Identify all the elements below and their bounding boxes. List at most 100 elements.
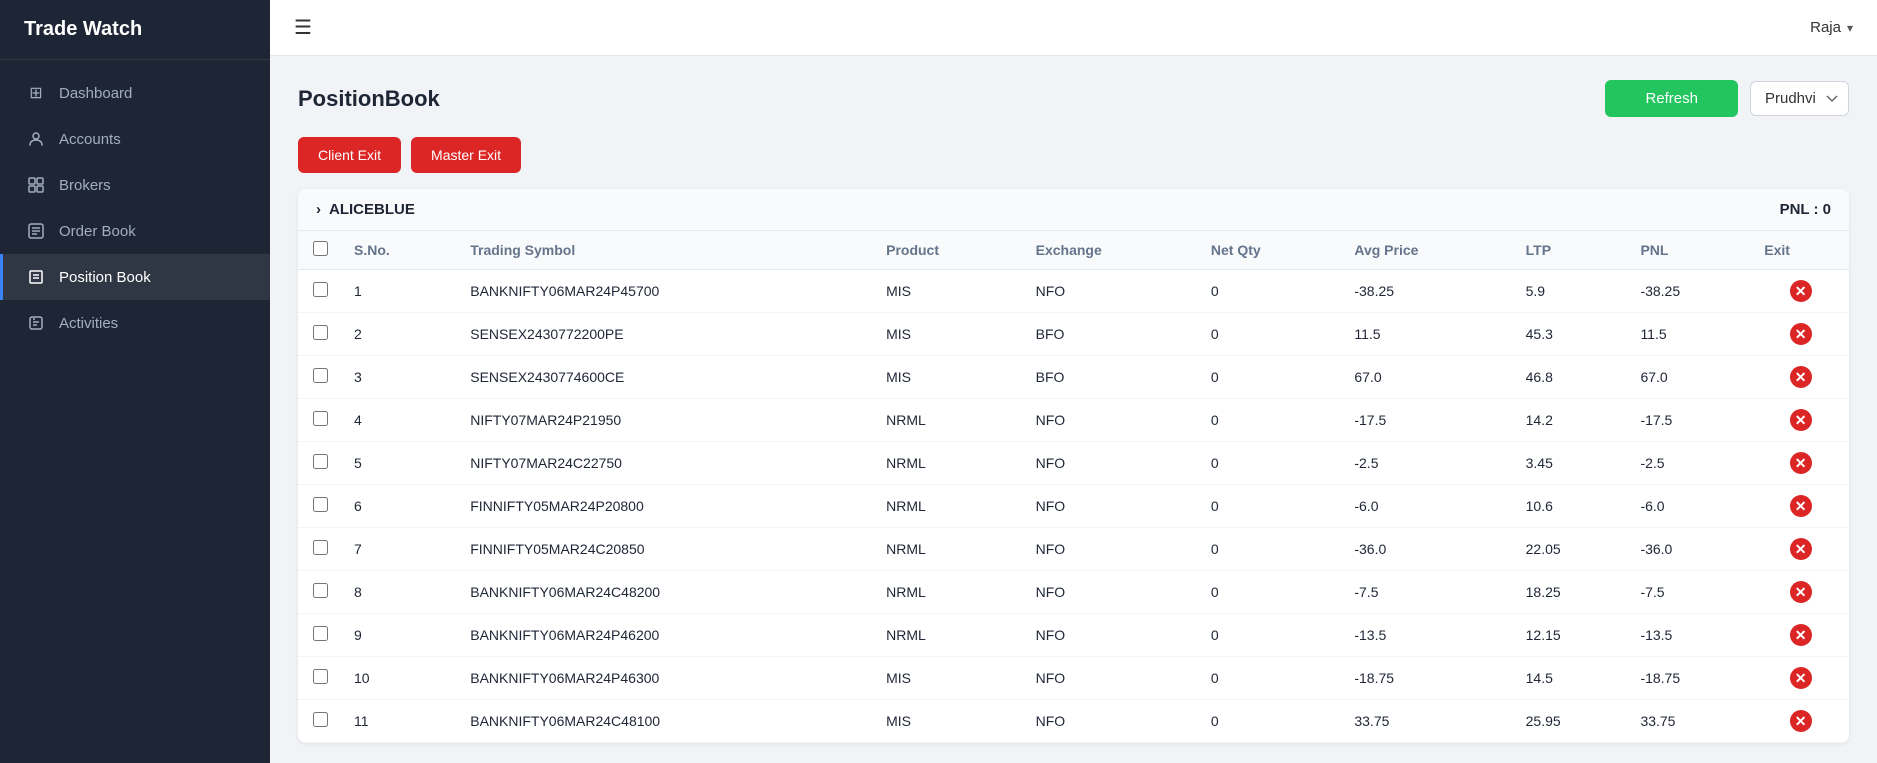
row-netqty: 0 <box>1199 614 1342 657</box>
col-exit: Exit <box>1752 231 1849 270</box>
row-exchange: NFO <box>1024 528 1199 571</box>
row-exit-button[interactable]: ✕ <box>1790 366 1812 388</box>
row-select-checkbox[interactable] <box>313 497 328 512</box>
row-checkbox[interactable] <box>298 313 342 356</box>
row-exit-cell: ✕ <box>1752 700 1849 743</box>
row-pnl: -2.5 <box>1628 442 1752 485</box>
row-pnl: 11.5 <box>1628 313 1752 356</box>
row-symbol: FINNIFTY05MAR24P20800 <box>458 485 874 528</box>
row-exit-button[interactable]: ✕ <box>1790 409 1812 431</box>
row-checkbox[interactable] <box>298 700 342 743</box>
sidebar-item-position-book[interactable]: Position Book <box>0 254 270 300</box>
row-exit-button[interactable]: ✕ <box>1790 538 1812 560</box>
row-product: MIS <box>874 270 1024 313</box>
action-row: Client Exit Master Exit <box>298 137 1849 173</box>
row-exchange: NFO <box>1024 571 1199 614</box>
row-select-checkbox[interactable] <box>313 454 328 469</box>
row-select-checkbox[interactable] <box>313 368 328 383</box>
row-product: MIS <box>874 313 1024 356</box>
table-row: 4 NIFTY07MAR24P21950 NRML NFO 0 -17.5 14… <box>298 399 1849 442</box>
table-row: 5 NIFTY07MAR24C22750 NRML NFO 0 -2.5 3.4… <box>298 442 1849 485</box>
row-exit-button[interactable]: ✕ <box>1790 495 1812 517</box>
group-chevron-icon: › <box>316 201 321 218</box>
refresh-button[interactable]: Refresh <box>1605 80 1738 117</box>
row-avgprice: -38.25 <box>1342 270 1513 313</box>
master-exit-button[interactable]: Master Exit <box>411 137 521 173</box>
row-checkbox[interactable] <box>298 356 342 399</box>
group-pnl: PNL : 0 <box>1780 201 1831 218</box>
row-select-checkbox[interactable] <box>313 540 328 555</box>
row-avgprice: -17.5 <box>1342 399 1513 442</box>
accounts-icon <box>27 130 45 148</box>
row-checkbox[interactable] <box>298 528 342 571</box>
row-netqty: 0 <box>1199 528 1342 571</box>
account-dropdown[interactable]: Prudhvi Other <box>1750 81 1849 116</box>
row-exit-button[interactable]: ✕ <box>1790 323 1812 345</box>
row-symbol: BANKNIFTY06MAR24P46200 <box>458 614 874 657</box>
hamburger-icon[interactable]: ☰ <box>294 15 312 40</box>
content-area: PositionBook Refresh Prudhvi Other Clien… <box>270 56 1877 763</box>
row-checkbox[interactable] <box>298 657 342 700</box>
row-avgprice: 33.75 <box>1342 700 1513 743</box>
client-exit-button[interactable]: Client Exit <box>298 137 401 173</box>
row-checkbox[interactable] <box>298 614 342 657</box>
user-name: Raja <box>1810 19 1841 36</box>
row-avgprice: -13.5 <box>1342 614 1513 657</box>
row-select-checkbox[interactable] <box>313 325 328 340</box>
select-all-checkbox[interactable] <box>313 241 328 256</box>
row-pnl: -36.0 <box>1628 528 1752 571</box>
row-product: NRML <box>874 399 1024 442</box>
sidebar-item-activities[interactable]: Activities <box>0 300 270 346</box>
row-exit-button[interactable]: ✕ <box>1790 280 1812 302</box>
row-sno: 3 <box>342 356 458 399</box>
row-select-checkbox[interactable] <box>313 712 328 727</box>
row-checkbox[interactable] <box>298 485 342 528</box>
sidebar: Trade Watch ⊞ Dashboard Accounts Brokers… <box>0 0 270 763</box>
row-netqty: 0 <box>1199 485 1342 528</box>
row-pnl: 33.75 <box>1628 700 1752 743</box>
row-avgprice: -18.75 <box>1342 657 1513 700</box>
row-symbol: NIFTY07MAR24C22750 <box>458 442 874 485</box>
row-symbol: NIFTY07MAR24P21950 <box>458 399 874 442</box>
col-exchange: Exchange <box>1024 231 1199 270</box>
row-exit-button[interactable]: ✕ <box>1790 624 1812 646</box>
row-exit-button[interactable]: ✕ <box>1790 452 1812 474</box>
sidebar-item-dashboard[interactable]: ⊞ Dashboard <box>0 70 270 116</box>
row-select-checkbox[interactable] <box>313 669 328 684</box>
user-menu[interactable]: Raja ▾ <box>1810 19 1853 36</box>
row-sno: 11 <box>342 700 458 743</box>
table-row: 3 SENSEX2430774600CE MIS BFO 0 67.0 46.8… <box>298 356 1849 399</box>
row-pnl: -38.25 <box>1628 270 1752 313</box>
sidebar-item-order-book[interactable]: Order Book <box>0 208 270 254</box>
sidebar-item-brokers[interactable]: Brokers <box>0 162 270 208</box>
row-checkbox[interactable] <box>298 571 342 614</box>
sidebar-nav: ⊞ Dashboard Accounts Brokers Order Book <box>0 60 270 356</box>
table-row: 10 BANKNIFTY06MAR24P46300 MIS NFO 0 -18.… <box>298 657 1849 700</box>
row-sno: 9 <box>342 614 458 657</box>
row-checkbox[interactable] <box>298 399 342 442</box>
col-avgprice: Avg Price <box>1342 231 1513 270</box>
sidebar-item-label: Brokers <box>59 177 111 194</box>
row-avgprice: -36.0 <box>1342 528 1513 571</box>
row-ltp: 3.45 <box>1514 442 1629 485</box>
sidebar-item-accounts[interactable]: Accounts <box>0 116 270 162</box>
row-select-checkbox[interactable] <box>313 282 328 297</box>
row-exit-button[interactable]: ✕ <box>1790 667 1812 689</box>
row-exit-button[interactable]: ✕ <box>1790 581 1812 603</box>
row-checkbox[interactable] <box>298 270 342 313</box>
row-select-checkbox[interactable] <box>313 411 328 426</box>
row-pnl: -17.5 <box>1628 399 1752 442</box>
row-ltp: 14.2 <box>1514 399 1629 442</box>
row-select-checkbox[interactable] <box>313 626 328 641</box>
topbar-left: ☰ <box>294 15 312 40</box>
row-select-checkbox[interactable] <box>313 583 328 598</box>
row-netqty: 0 <box>1199 657 1342 700</box>
row-exit-button[interactable]: ✕ <box>1790 710 1812 732</box>
row-exit-cell: ✕ <box>1752 485 1849 528</box>
row-netqty: 0 <box>1199 270 1342 313</box>
activities-icon <box>27 314 45 332</box>
topbar: ☰ Raja ▾ <box>270 0 1877 56</box>
group-name[interactable]: › ALICEBLUE <box>316 201 415 218</box>
row-checkbox[interactable] <box>298 442 342 485</box>
row-exchange: NFO <box>1024 399 1199 442</box>
